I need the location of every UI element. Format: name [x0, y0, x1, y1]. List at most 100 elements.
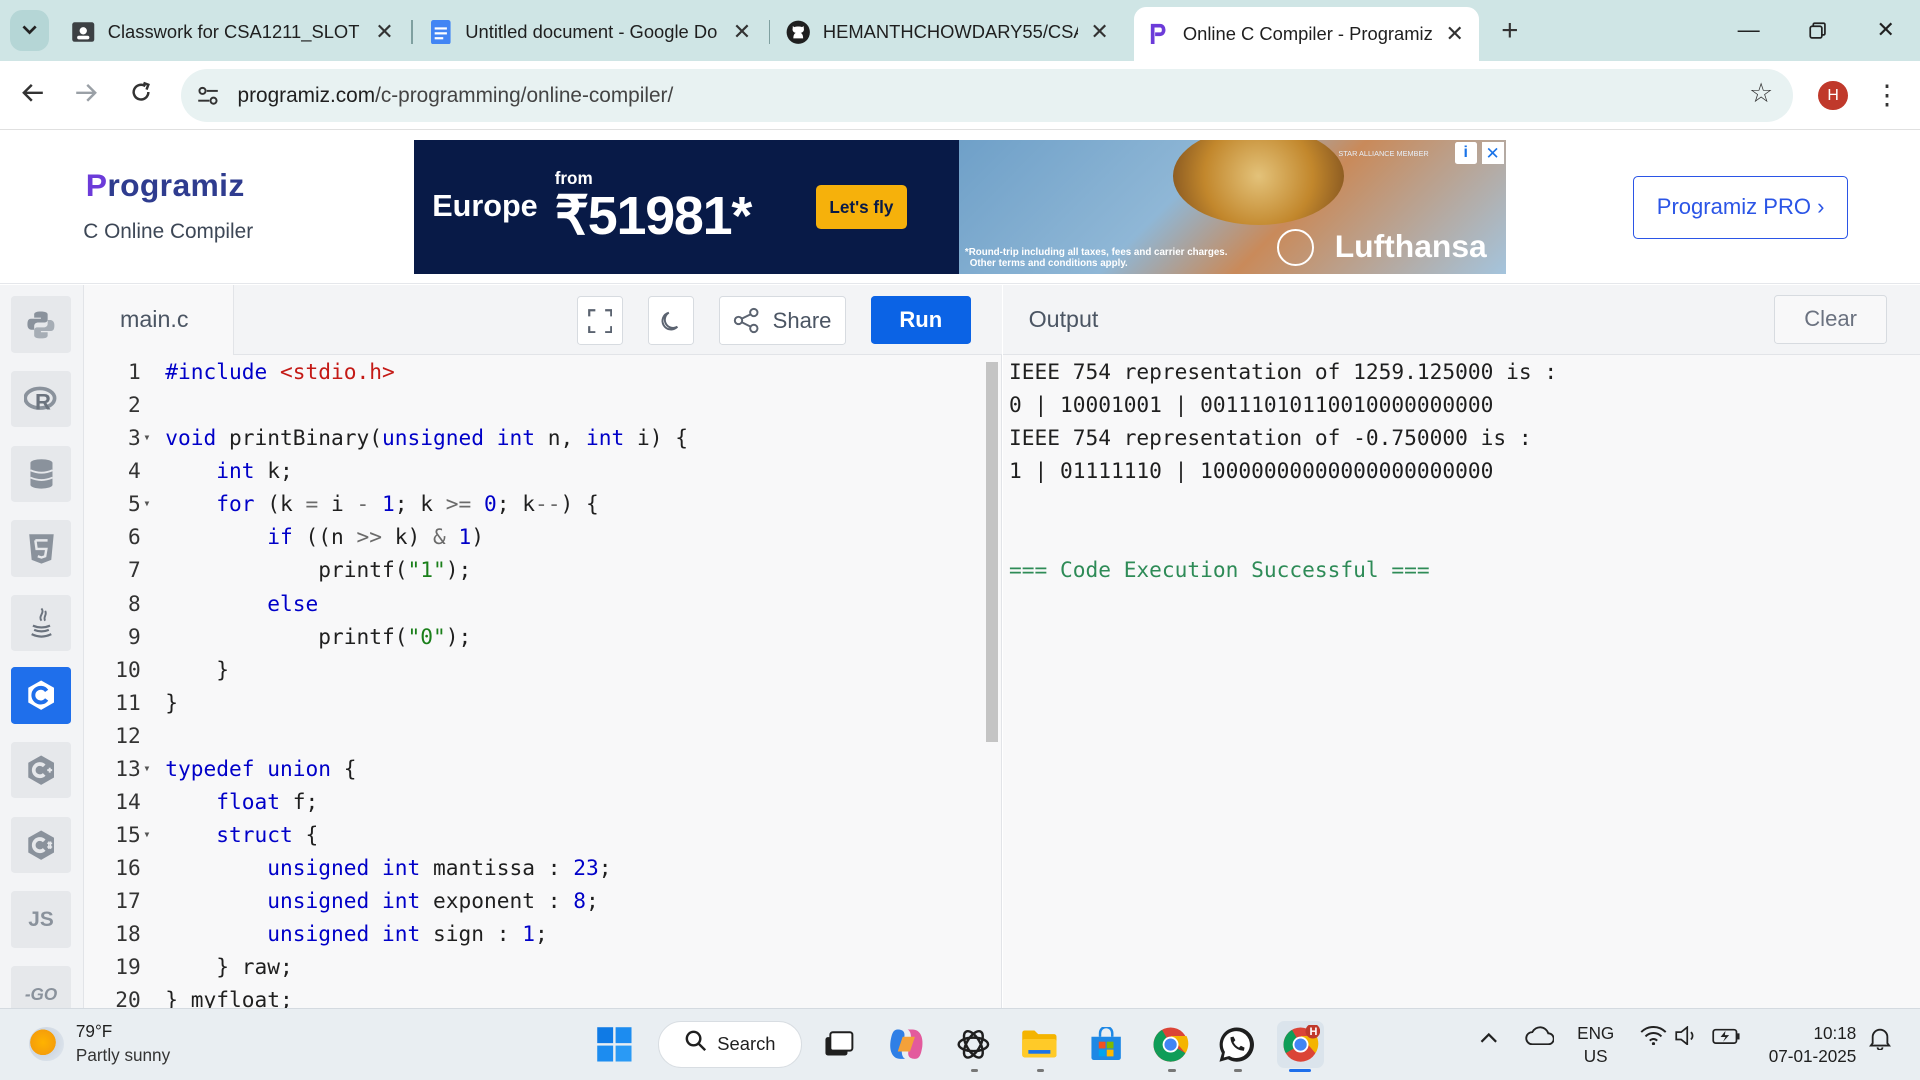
close-tab-icon[interactable]: ✕	[1087, 19, 1111, 45]
lang-go[interactable]: -GO	[11, 966, 72, 1008]
line-number: 10	[115, 656, 141, 682]
fold-toggle-icon[interactable]: ▾	[143, 421, 150, 454]
copilot-button[interactable]	[883, 1021, 930, 1068]
code-line[interactable]: 7 printf("1");	[84, 553, 984, 586]
fold-toggle-icon[interactable]: ▾	[143, 487, 150, 520]
chrome-profile-button[interactable]: H	[1277, 1020, 1324, 1068]
close-window-button[interactable]: ✕	[1861, 12, 1910, 49]
share-button[interactable]: Share	[718, 296, 847, 346]
output-title: Output	[1028, 306, 1099, 333]
code-line[interactable]: 3 ▾ void printBinary(unsigned int n, int i…	[84, 421, 984, 454]
code-line[interactable]: 4 int k;	[84, 454, 984, 487]
close-tab-icon[interactable]: ✕	[1442, 21, 1466, 47]
programiz-logo[interactable]: Programiz	[86, 167, 245, 204]
lang-c[interactable]	[11, 667, 72, 724]
code-line[interactable]: 13 ▾ typedef union {	[84, 752, 984, 785]
moon-icon	[661, 311, 678, 331]
lang-html[interactable]	[11, 520, 72, 577]
lufthansa-ad-banner[interactable]: Europe from ₹51981* Let's fly STAR ALLIA…	[413, 139, 1507, 275]
dark-mode-button[interactable]	[647, 296, 695, 346]
fullscreen-button[interactable]	[576, 296, 624, 346]
taskbar-search[interactable]: Search	[657, 1020, 803, 1068]
code-line[interactable]: 16 unsigned int mantissa : 23;	[84, 851, 984, 884]
reload-button[interactable]	[121, 76, 160, 115]
back-button[interactable]	[13, 76, 52, 115]
system-clock[interactable]: 10:18 07-01-2025	[1758, 1022, 1857, 1069]
code-line[interactable]: 5 ▾ for (k = i - 1; k >= 0; k--) {	[84, 487, 984, 520]
code-line[interactable]: 18 unsigned int sign : 1;	[84, 917, 984, 950]
file-explorer-button[interactable]	[1016, 1021, 1063, 1068]
language-indicator[interactable]: ENG US	[1577, 1022, 1614, 1069]
csharp-icon	[28, 830, 54, 860]
editor-scrollbar[interactable]	[985, 362, 998, 743]
code-line[interactable]: 19 } raw;	[84, 950, 984, 983]
chatgpt-button[interactable]	[950, 1021, 997, 1068]
code-text: } raw;	[165, 954, 293, 980]
code-line[interactable]: 2	[84, 388, 984, 421]
omnibox[interactable]: programiz.com/c-programming/online-compi…	[181, 68, 1793, 123]
task-view-button[interactable]	[816, 1021, 863, 1068]
tab-programiz[interactable]: Online C Compiler - Programiz ✕	[1133, 7, 1480, 62]
lang-java[interactable]	[11, 595, 72, 652]
lang-python[interactable]	[11, 296, 72, 353]
code-line[interactable]: 20} myfloat;	[84, 983, 984, 1008]
code-line[interactable]: 9 printf("0");	[84, 620, 984, 653]
code-line[interactable]: 12	[84, 719, 984, 752]
java-icon	[30, 607, 52, 638]
lang-cpp[interactable]	[11, 742, 72, 799]
profile-avatar[interactable]: H	[1818, 80, 1848, 111]
show-hidden-icons[interactable]	[1479, 1026, 1499, 1050]
code-line[interactable]: 14 float f;	[84, 785, 984, 818]
weather-icon[interactable]	[29, 1027, 64, 1062]
start-button[interactable]	[591, 1021, 638, 1068]
forward-button[interactable]	[66, 76, 105, 115]
code-line[interactable]: 15 ▾ struct {	[84, 818, 984, 851]
lang-r[interactable]: R	[11, 371, 72, 428]
active-app-indicator	[1289, 1068, 1312, 1073]
fold-toggle-icon[interactable]: ▾	[143, 752, 150, 785]
wifi-icon[interactable]	[1640, 1025, 1667, 1052]
restore-button[interactable]	[1793, 12, 1842, 49]
battery-icon[interactable]	[1712, 1026, 1741, 1052]
ad-close-icon[interactable]: ✕	[1481, 142, 1504, 165]
volume-icon[interactable]	[1675, 1025, 1699, 1052]
lang-sql[interactable]	[11, 445, 72, 503]
code-line[interactable]: 17 unsigned int exponent : 8;	[84, 884, 984, 917]
browser-menu-icon[interactable]: ⋮	[1873, 76, 1900, 115]
run-button[interactable]: Run	[870, 296, 972, 345]
fullscreen-icon	[587, 308, 613, 333]
weather-temp[interactable]: 79°F	[76, 1021, 112, 1042]
whatsapp-button[interactable]	[1213, 1021, 1260, 1068]
line-number: 3	[128, 425, 141, 451]
tab-classwork[interactable]: Classwork for CSA1211_SLOT A ✕	[61, 7, 406, 56]
code-line[interactable]: 1 #include <stdio.h>	[84, 355, 984, 388]
new-tab-button[interactable]: +	[1494, 14, 1526, 47]
close-tab-icon[interactable]: ✕	[730, 19, 754, 45]
ad-cta-button[interactable]: Let's fly	[815, 184, 908, 229]
notifications-icon[interactable]	[1868, 1026, 1891, 1056]
lang-csharp[interactable]	[11, 816, 72, 874]
code-line[interactable]: 11}	[84, 686, 984, 719]
site-settings-icon[interactable]	[186, 73, 230, 117]
chrome-button[interactable]	[1147, 1021, 1194, 1068]
close-tab-icon[interactable]: ✕	[372, 19, 396, 45]
onedrive-icon[interactable]	[1524, 1026, 1555, 1052]
ad-info-icon[interactable]: i	[1454, 142, 1477, 165]
programiz-pro-button[interactable]: Programiz PRO ›	[1633, 176, 1848, 239]
code-area[interactable]: 1 #include <stdio.h> 2 3 ▾ void printBinary(u…	[84, 355, 984, 1008]
fold-toggle-icon[interactable]: ▾	[143, 818, 150, 851]
code-line[interactable]: 6 if ((n >> k) & 1)	[84, 520, 984, 553]
tab-google-docs[interactable]: Untitled document - Google Do ✕	[419, 7, 764, 56]
tab-github[interactable]: HEMANTHCHOWDARY55/CSA1 ✕	[776, 7, 1121, 56]
code-line[interactable]: 10 }	[84, 653, 984, 686]
weather-desc[interactable]: Partly sunny	[76, 1045, 170, 1066]
clear-button[interactable]: Clear	[1774, 295, 1887, 345]
code-line[interactable]: 8 else	[84, 587, 984, 620]
lang-js[interactable]: JS	[11, 891, 72, 948]
minimize-button[interactable]: —	[1724, 12, 1773, 49]
programiz-icon	[1146, 22, 1170, 46]
file-tab-main-c[interactable]: main.c	[84, 285, 234, 356]
ms-store-button[interactable]	[1082, 1021, 1129, 1068]
tab-search-menu-button[interactable]	[9, 9, 49, 52]
bookmark-star-icon[interactable]: ☆	[1749, 78, 1773, 109]
